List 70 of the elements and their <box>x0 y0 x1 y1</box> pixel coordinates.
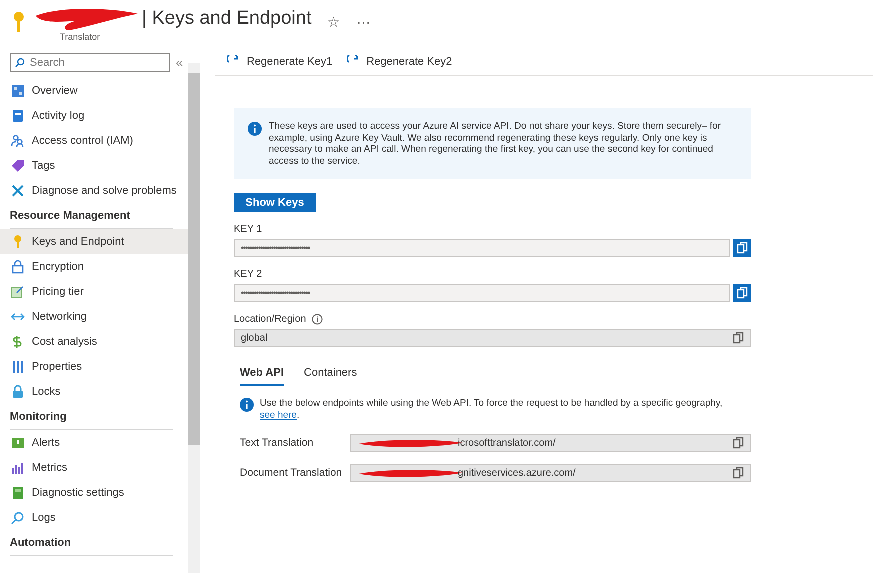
lock-icon <box>11 260 25 274</box>
endpoint-url: gnitiveservices.azure.com/ <box>458 468 576 478</box>
key-icon <box>12 12 26 34</box>
page-title: | Keys and Endpoint <box>142 8 312 30</box>
more-button[interactable]: ··· <box>356 14 371 30</box>
sidebar-item[interactable]: Keys and Endpoint <box>0 229 188 254</box>
favorite-button[interactable]: ☆ <box>328 14 341 30</box>
info-icon <box>240 398 254 412</box>
sidebar-item[interactable]: Networking <box>0 304 188 329</box>
sidebar-item[interactable]: Diagnose and solve problems <box>0 178 188 203</box>
sidebar-item[interactable]: Tags <box>0 153 188 178</box>
regenerate-button[interactable]: Regenerate Key2 <box>346 55 452 68</box>
section-heading: Monitoring <box>9 410 68 425</box>
sidebar-item[interactable]: Diagnostic settings <box>0 480 188 505</box>
sidebar-item[interactable]: Properties <box>0 354 188 379</box>
tag-icon <box>11 158 25 172</box>
copy-icon[interactable] <box>733 437 744 449</box>
grid-icon <box>11 84 25 98</box>
search-icon <box>11 510 25 524</box>
info-icon <box>248 122 262 136</box>
copy-icon <box>736 242 748 254</box>
section-heading: Resource Management <box>9 209 132 224</box>
sidebar-item[interactable]: Alerts <box>0 430 188 455</box>
sidebar-item[interactable]: Logs <box>0 505 188 530</box>
sidebar-item[interactable]: Pricing tier <box>0 279 188 304</box>
sidebar-item[interactable]: Encryption <box>0 254 188 279</box>
tab[interactable]: Web API <box>240 367 284 386</box>
field-label: Document Translation <box>240 467 344 479</box>
bar-chart-icon <box>11 460 25 474</box>
copy-button[interactable] <box>733 239 751 257</box>
padlock-icon <box>11 384 25 398</box>
collapse-button[interactable]: « <box>176 55 184 70</box>
resource-type: Translator <box>60 32 102 42</box>
show-keys-button[interactable]: Show Keys <box>234 193 316 212</box>
field-label: KEY 2 <box>234 269 262 280</box>
copy-icon <box>736 287 748 299</box>
field-label: Text Translation <box>240 437 315 449</box>
sidebar-item[interactable]: Cost analysis <box>0 329 188 354</box>
endpoint-field[interactable]: icrosofttranslator.com/ <box>350 434 751 452</box>
info-text: These keys are used to access your Azure AI service API. Do not share your keys. Store them securely– for example, using Azure Key Vault. We also recommend regenerating these keys regularly. Only one key is necessary to make an API call. When regenerating the first key, you can use the second key for continued access to the service. <box>269 121 722 167</box>
scrollbar[interactable] <box>188 63 200 573</box>
sidebar-item[interactable]: Overview <box>0 78 188 103</box>
sidebar-item[interactable]: Activity log <box>0 103 188 128</box>
key-field[interactable]: •••••••••••••••••••••••••••••••• <box>234 284 730 302</box>
sliders-icon <box>11 360 25 374</box>
copy-icon[interactable] <box>733 332 744 344</box>
sidebar-item[interactable]: Locks <box>0 379 188 404</box>
chart-edit-icon <box>11 284 25 298</box>
search-icon <box>15 58 25 68</box>
field-label: KEY 1 <box>234 224 262 235</box>
sidebar-item[interactable]: Access control (IAM) <box>0 128 188 153</box>
see-here-link[interactable]: see here <box>260 410 297 421</box>
book-icon <box>11 486 25 500</box>
key-field[interactable]: •••••••••••••••••••••••••••••••• <box>234 239 730 257</box>
people-icon <box>11 134 25 148</box>
endpoint-field[interactable]: gnitiveservices.azure.com/ <box>350 464 751 482</box>
region-field[interactable]: global <box>234 329 751 347</box>
copy-icon[interactable] <box>733 467 744 479</box>
section-heading: Automation <box>9 536 72 551</box>
search-field[interactable]: Search <box>10 53 170 72</box>
field-label: Location/Region <box>234 314 306 325</box>
info-icon <box>312 314 324 325</box>
endpoint-info-text: Use the below endpoints while using the Web API. To force the request to be handled by a specific geography, see here. <box>260 398 724 422</box>
tab[interactable]: Containers <box>304 367 358 386</box>
alert-icon <box>11 436 25 450</box>
endpoint-url: icrosofttranslator.com/ <box>458 438 556 448</box>
copy-button[interactable] <box>733 284 751 302</box>
document-icon <box>11 108 25 122</box>
sidebar-item[interactable]: Metrics <box>0 455 188 480</box>
regenerate-button[interactable]: Regenerate Key1 <box>227 55 333 68</box>
